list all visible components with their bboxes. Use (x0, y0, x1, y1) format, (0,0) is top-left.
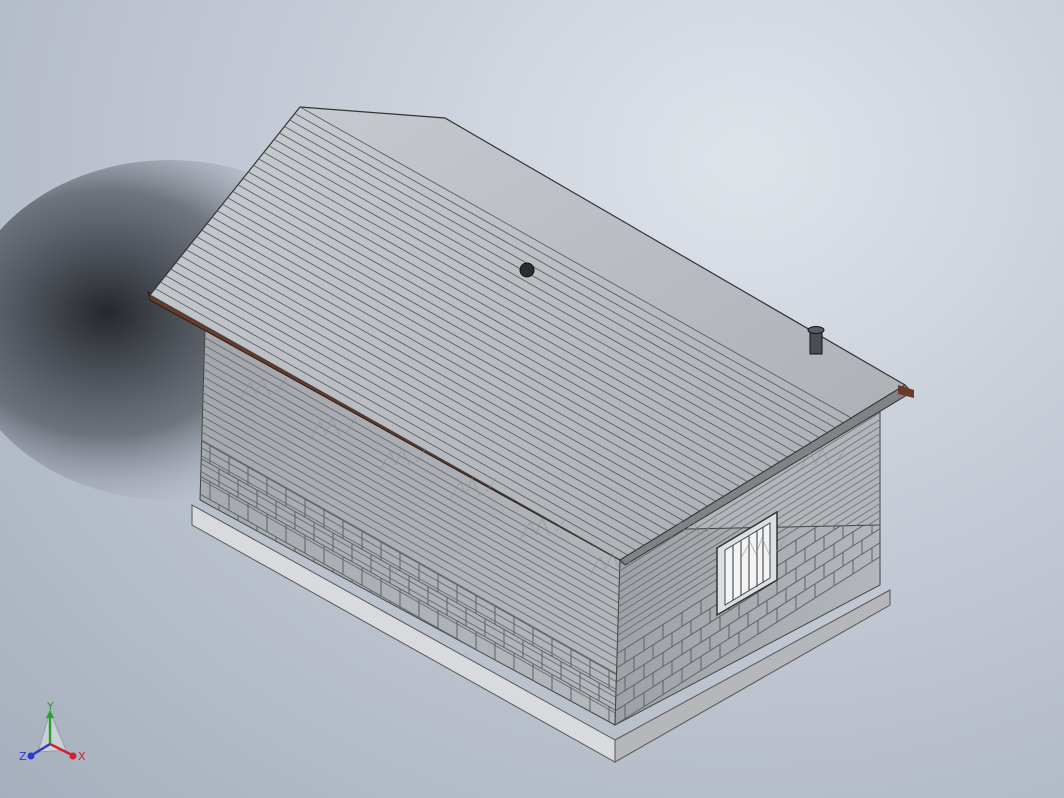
graphics-viewport[interactable]: Y X Z (0, 0, 1064, 798)
house-model[interactable] (0, 0, 1064, 798)
view-orientation-triad[interactable]: Y X Z (18, 700, 88, 770)
dot-x (69, 752, 77, 760)
label-y: Y (46, 700, 54, 713)
dot-z (27, 752, 35, 760)
roof-vent (519, 262, 535, 278)
label-z: Z (19, 750, 27, 763)
chimney-pipe (807, 326, 825, 355)
label-x: X (78, 750, 86, 763)
